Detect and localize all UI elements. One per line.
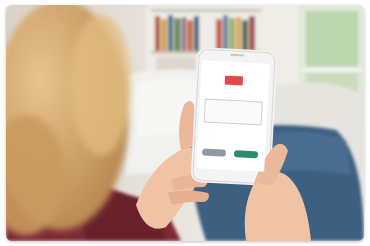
decline-button[interactable] — [201, 148, 227, 157]
confirmation-prompt — [202, 89, 266, 92]
detail-card — [203, 98, 263, 126]
app-logo-badge — [224, 75, 244, 86]
photo-scene — [6, 5, 364, 241]
phone-screen — [196, 60, 270, 172]
photo-frame — [6, 5, 364, 241]
confirm-button[interactable] — [233, 150, 259, 159]
